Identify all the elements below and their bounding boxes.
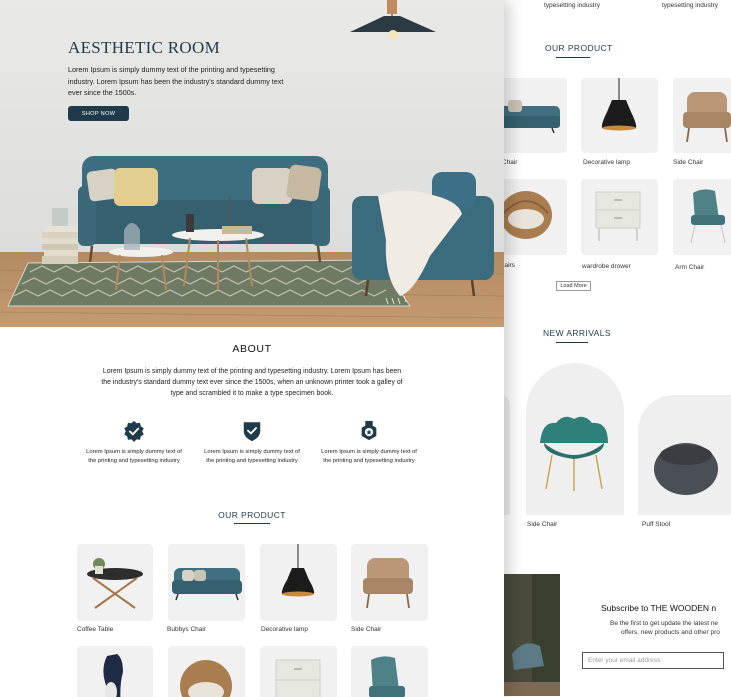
- teal-armchair-image: [690, 189, 726, 244]
- product-card[interactable]: [77, 646, 153, 697]
- shell-chair-image: [540, 416, 608, 491]
- pendant-lamp-image: [281, 544, 315, 597]
- product-card[interactable]: [673, 78, 731, 153]
- product-label: Arm Chair: [675, 264, 705, 271]
- room-photo-image: [504, 574, 560, 696]
- our-product-heading: OUR PRODUCT: [218, 510, 286, 520]
- hero-title: AESTHETIC ROOM: [68, 38, 221, 57]
- verified-badge-icon: [124, 420, 144, 442]
- email-placeholder: Enter your email address: [588, 657, 661, 664]
- about-description: Lorem Ipsum is simply dummy text of the …: [101, 368, 403, 397]
- product-label: Bubbys Chair: [167, 626, 207, 633]
- teal-armchair-image: [369, 656, 405, 697]
- product-label: wardrobe drower: [582, 263, 631, 270]
- about-heading: ABOUT: [232, 343, 272, 355]
- product-card[interactable]: [581, 179, 658, 255]
- feature-text: Lorem Ipsum is simply dummy text of the …: [86, 449, 182, 464]
- product-card[interactable]: [351, 544, 428, 621]
- new-arrivals-heading: NEW ARRIVALS: [543, 328, 611, 338]
- subscribe-text-line1: Be the first to get update the latest ne: [610, 620, 719, 627]
- heading-underline: [556, 57, 590, 58]
- arrival-label: Puff Stool: [642, 521, 671, 528]
- drawer-cabinet-image: [595, 191, 641, 241]
- arrival-label: Side Chair: [527, 521, 558, 528]
- shop-now-button[interactable]: SHOP NOW: [68, 106, 129, 121]
- mockup-stage: { "back": { "top_captions": ["typesettin…: [0, 0, 731, 697]
- hero-banner: AESTHETIC ROOM Lorem Ipsum is simply dum…: [0, 0, 504, 327]
- product-label: Coffee Table: [77, 626, 114, 633]
- product-card[interactable]: [260, 646, 337, 697]
- product-label: Decorative lamp: [261, 626, 308, 633]
- product-card[interactable]: [581, 78, 658, 153]
- beige-armchair-image: [363, 558, 413, 609]
- load-more-button[interactable]: Load More: [556, 281, 591, 291]
- product-card[interactable]: [77, 544, 153, 621]
- top-caption: typesetting industry: [662, 2, 719, 9]
- beige-armchair-image: [683, 92, 731, 143]
- coffee-table-image: [87, 558, 143, 609]
- product-label: Side Chair: [351, 626, 382, 633]
- puff-stool-image: [654, 443, 718, 495]
- arrival-card[interactable]: [638, 395, 731, 515]
- product-card[interactable]: [673, 179, 731, 255]
- top-caption: typesetting industry: [544, 2, 601, 9]
- subscribe-title: Subscribe to THE WOODEN n: [601, 603, 717, 613]
- product-card[interactable]: [168, 646, 245, 697]
- award-medal-icon: [361, 420, 377, 441]
- feature-text: Lorem Ipsum is simply dummy text of the …: [321, 449, 417, 464]
- feature-text: Lorem Ipsum is simply dummy text of the …: [204, 449, 300, 464]
- product-card[interactable]: [260, 544, 337, 621]
- pendant-lamp-image: [601, 78, 637, 131]
- product-card[interactable]: [168, 544, 245, 621]
- blue-sofa-image: [172, 568, 242, 601]
- back-page: typesetting industry typesetting industr…: [490, 0, 731, 697]
- hero-description: Lorem Ipsum is simply dummy text of the …: [68, 65, 284, 97]
- arrival-card[interactable]: [526, 363, 624, 515]
- product-label: Side Chair: [673, 159, 704, 166]
- feature-item: Lorem Ipsum is simply dummy text of the …: [204, 420, 300, 465]
- feature-item: Lorem Ipsum is simply dummy text of the …: [321, 420, 417, 465]
- product-card[interactable]: [351, 646, 428, 697]
- subscribe-image: [504, 574, 560, 696]
- shield-check-icon: [243, 422, 261, 442]
- wicker-chair-image: [180, 660, 232, 697]
- heading-underline: [556, 342, 588, 343]
- our-product-heading: OUR PRODUCT: [545, 43, 613, 53]
- feature-item: Lorem Ipsum is simply dummy text of the …: [86, 420, 182, 465]
- heading-underline: [234, 523, 270, 524]
- product-label: Decorative lamp: [583, 159, 630, 166]
- front-page: AESTHETIC ROOM Lorem Ipsum is simply dum…: [0, 0, 504, 697]
- email-input[interactable]: Enter your email address: [582, 652, 724, 669]
- subscribe-text-line2: offers, new products and other pro: [621, 629, 720, 636]
- vases-image: [103, 654, 123, 697]
- drawer-cabinet-image: [275, 659, 321, 697]
